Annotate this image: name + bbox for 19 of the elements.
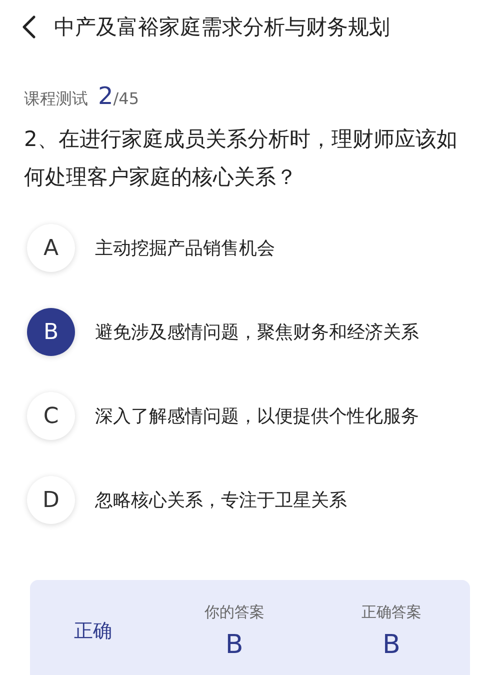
back-icon[interactable] [22,15,36,39]
your-answer-label: 你的答案 [204,602,264,622]
your-answer: B [225,630,244,660]
option-text[interactable]: 忽略核心关系，专注于卫星关系 [95,488,347,512]
option-text[interactable]: 避免涉及感情问题，聚焦财务和经济关系 [95,320,419,344]
option-text[interactable]: 主动挖掘产品销售机会 [95,236,275,260]
question-text: 2、在进行家庭成员关系分析时，理财师应该如何处理客户家庭的核心关系？ [23,126,458,191]
option-letter[interactable]: B [27,308,75,356]
result-status: 正确 [74,619,112,644]
progress-total: /45 [113,89,140,108]
progress-label: 课程测试 [24,89,88,110]
option-letter[interactable]: A [27,224,75,272]
option-text[interactable]: 深入了解感情问题，以便提供个性化服务 [95,404,419,428]
progress-current: 2 [98,82,114,110]
correct-answer-label: 正确答案 [361,602,422,622]
correct-answer: B [382,630,400,660]
page-title: 中产及富裕家庭需求分析与财务规划 [54,14,390,41]
option-letter[interactable]: D [27,476,75,524]
option-letter[interactable]: C [27,392,75,440]
